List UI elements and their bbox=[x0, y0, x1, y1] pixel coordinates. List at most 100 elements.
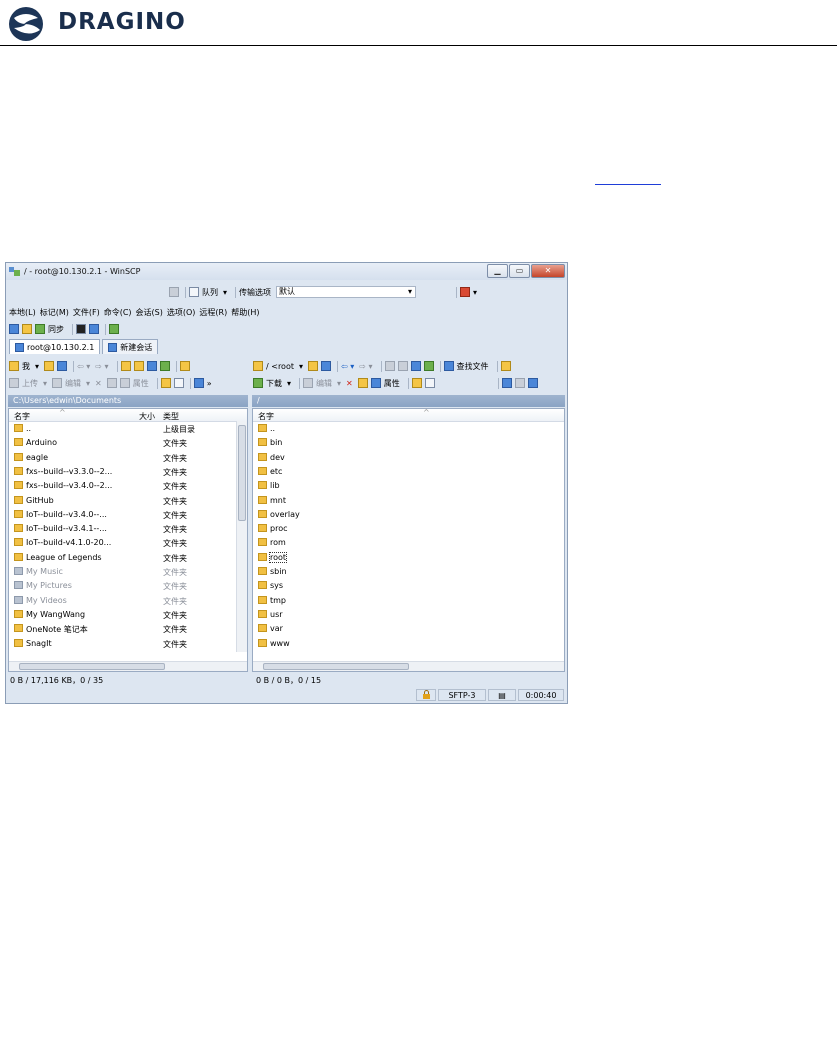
remote-unselect-icon[interactable] bbox=[514, 378, 525, 388]
local-file-row[interactable]: eagle 文件夹 bbox=[9, 451, 247, 465]
remote-home-icon[interactable] bbox=[410, 361, 421, 371]
back-icon[interactable]: ⇦ ▾ bbox=[77, 362, 90, 371]
local-vertical-scrollbar[interactable] bbox=[236, 421, 247, 652]
local-file-row[interactable]: Arduino 文件夹 bbox=[9, 436, 247, 450]
local-file-row[interactable]: My Pictures 文件夹 bbox=[9, 579, 247, 593]
select-all-icon[interactable] bbox=[193, 378, 204, 388]
remote-open-folder-icon[interactable] bbox=[308, 361, 318, 371]
document-link[interactable] bbox=[595, 175, 661, 185]
remote-back-icon[interactable]: ⇦ ▾ bbox=[341, 362, 354, 371]
local-hscroll-thumb[interactable] bbox=[19, 663, 165, 670]
col-size[interactable]: 大小 bbox=[139, 411, 155, 422]
menu-help[interactable]: 帮助(H) bbox=[231, 307, 259, 319]
menu-file[interactable]: 文件(F) bbox=[73, 307, 100, 319]
remote-file-row[interactable]: bin bbox=[253, 436, 564, 450]
local-file-row[interactable]: SnagIt 文件夹 bbox=[9, 637, 247, 651]
compare-icon[interactable] bbox=[9, 324, 19, 334]
find-files-icon[interactable] bbox=[443, 361, 454, 371]
sync-browse-icon[interactable] bbox=[22, 324, 32, 334]
forward-icon[interactable]: ⇨ ▾ bbox=[95, 362, 108, 371]
left-location-select[interactable]: 我 bbox=[22, 361, 30, 372]
local-file-row[interactable]: .. 上级目录 bbox=[9, 422, 247, 436]
refresh-icon[interactable] bbox=[159, 361, 170, 371]
local-file-row[interactable]: My Videos 文件夹 bbox=[9, 594, 247, 608]
new-folder-icon[interactable] bbox=[160, 378, 171, 388]
open-folder-icon[interactable] bbox=[44, 361, 55, 371]
local-file-row[interactable]: IoT--build-v4.1.0-20... 文件夹 bbox=[9, 536, 247, 550]
local-file-row[interactable]: IoT--build--v3.4.1--... 文件夹 bbox=[9, 522, 247, 536]
local-file-row[interactable]: fxs--build--v3.3.0--2... 文件夹 bbox=[9, 465, 247, 479]
remote-refresh-icon[interactable] bbox=[423, 361, 434, 371]
gear-icon[interactable] bbox=[169, 287, 179, 297]
remote-file-row[interactable]: sbin bbox=[253, 565, 564, 579]
remote-new-file-icon[interactable] bbox=[424, 378, 435, 388]
local-file-row[interactable]: GitHub 文件夹 bbox=[9, 494, 247, 508]
right-properties-button[interactable]: 属性 bbox=[384, 378, 400, 389]
col-type[interactable]: 类型 bbox=[163, 411, 179, 422]
queue-panel-icon[interactable] bbox=[109, 324, 119, 334]
parent-dir-icon[interactable] bbox=[120, 361, 131, 371]
remote-forward-icon[interactable]: ⇨ ▾ bbox=[359, 362, 372, 371]
delete-icon[interactable]: ✕ bbox=[95, 379, 102, 388]
sync-icon[interactable] bbox=[35, 324, 45, 334]
remote-file-row[interactable]: dev bbox=[253, 451, 564, 465]
menu-session[interactable]: 会话(S) bbox=[136, 307, 163, 319]
remote-file-row[interactable]: root bbox=[253, 551, 564, 565]
remote-file-row[interactable]: var bbox=[253, 622, 564, 636]
right-location-select[interactable]: / <root bbox=[266, 362, 294, 371]
remote-new-folder-icon[interactable] bbox=[411, 378, 422, 388]
local-vscroll-thumb[interactable] bbox=[238, 425, 246, 521]
remote-col-name[interactable]: 名字 bbox=[258, 411, 274, 422]
close-button[interactable]: ✕ bbox=[531, 264, 565, 278]
find-files-button[interactable]: 查找文件 bbox=[457, 361, 489, 372]
transfer-options-select[interactable]: 默认 ▾ bbox=[276, 286, 417, 298]
remote-file-row[interactable]: mnt bbox=[253, 494, 564, 508]
remote-invert-select-icon[interactable] bbox=[527, 378, 538, 388]
remote-hscroll-thumb[interactable] bbox=[263, 663, 409, 670]
home-icon[interactable] bbox=[146, 361, 157, 371]
menu-mark[interactable]: 标记(M) bbox=[40, 307, 69, 319]
remote-delete-icon[interactable]: ✕ bbox=[346, 379, 353, 388]
remote-file-row[interactable]: tmp bbox=[253, 594, 564, 608]
maximize-button[interactable]: ▭ bbox=[509, 264, 530, 278]
remote-rename-icon[interactable] bbox=[357, 378, 368, 388]
local-file-row[interactable]: My Music 文件夹 bbox=[9, 565, 247, 579]
remote-root-dir-icon[interactable] bbox=[397, 361, 408, 371]
col-name[interactable]: 名字 bbox=[14, 411, 30, 422]
terminal-icon[interactable] bbox=[76, 324, 86, 334]
remote-file-row[interactable]: usr bbox=[253, 608, 564, 622]
remote-horizontal-scrollbar[interactable] bbox=[253, 661, 564, 671]
remote-select-all-icon[interactable] bbox=[501, 378, 512, 388]
disconnect-icon[interactable] bbox=[460, 287, 471, 297]
minimize-button[interactable]: ▁ bbox=[487, 264, 508, 278]
download-icon[interactable] bbox=[253, 378, 263, 388]
remote-filter-icon[interactable] bbox=[321, 361, 331, 371]
local-file-row[interactable]: IoT--build--v3.4.0--... 文件夹 bbox=[9, 508, 247, 522]
left-properties-button[interactable]: 属性 bbox=[133, 378, 149, 389]
remote-properties-icon[interactable] bbox=[370, 378, 381, 388]
local-file-row[interactable]: fxs--build--v3.4.0--2... 文件夹 bbox=[9, 479, 247, 493]
local-file-row[interactable]: League of Legends 文件夹 bbox=[9, 551, 247, 565]
remote-file-row[interactable]: sys bbox=[253, 579, 564, 593]
preferences-icon[interactable] bbox=[89, 324, 99, 334]
upload-button[interactable]: 上传 bbox=[22, 378, 38, 389]
remote-parent-dir-icon[interactable] bbox=[384, 361, 395, 371]
rename-icon[interactable] bbox=[106, 378, 117, 388]
remote-file-row[interactable]: rom bbox=[253, 536, 564, 550]
menu-command[interactable]: 命令(C) bbox=[104, 307, 132, 319]
edit-icon[interactable] bbox=[52, 378, 63, 388]
local-horizontal-scrollbar[interactable] bbox=[9, 661, 247, 671]
local-file-row[interactable]: OneNote 笔记本 文件夹 bbox=[9, 622, 247, 636]
tab-session[interactable]: root@10.130.2.1 bbox=[9, 339, 101, 354]
remote-edit-icon[interactable] bbox=[303, 378, 314, 388]
left-edit-button[interactable]: 编辑 bbox=[65, 378, 81, 389]
upload-icon[interactable] bbox=[9, 378, 19, 388]
filter-icon[interactable] bbox=[57, 361, 68, 371]
menu-local[interactable]: 本地(L) bbox=[9, 307, 36, 319]
queue-icon[interactable] bbox=[189, 287, 199, 297]
remote-tree-icon[interactable] bbox=[500, 361, 511, 371]
download-button[interactable]: 下载 bbox=[266, 378, 282, 389]
new-file-icon[interactable] bbox=[173, 378, 184, 388]
tab-new-session[interactable]: 新建会话 bbox=[102, 339, 159, 354]
root-dir-icon[interactable] bbox=[133, 361, 144, 371]
